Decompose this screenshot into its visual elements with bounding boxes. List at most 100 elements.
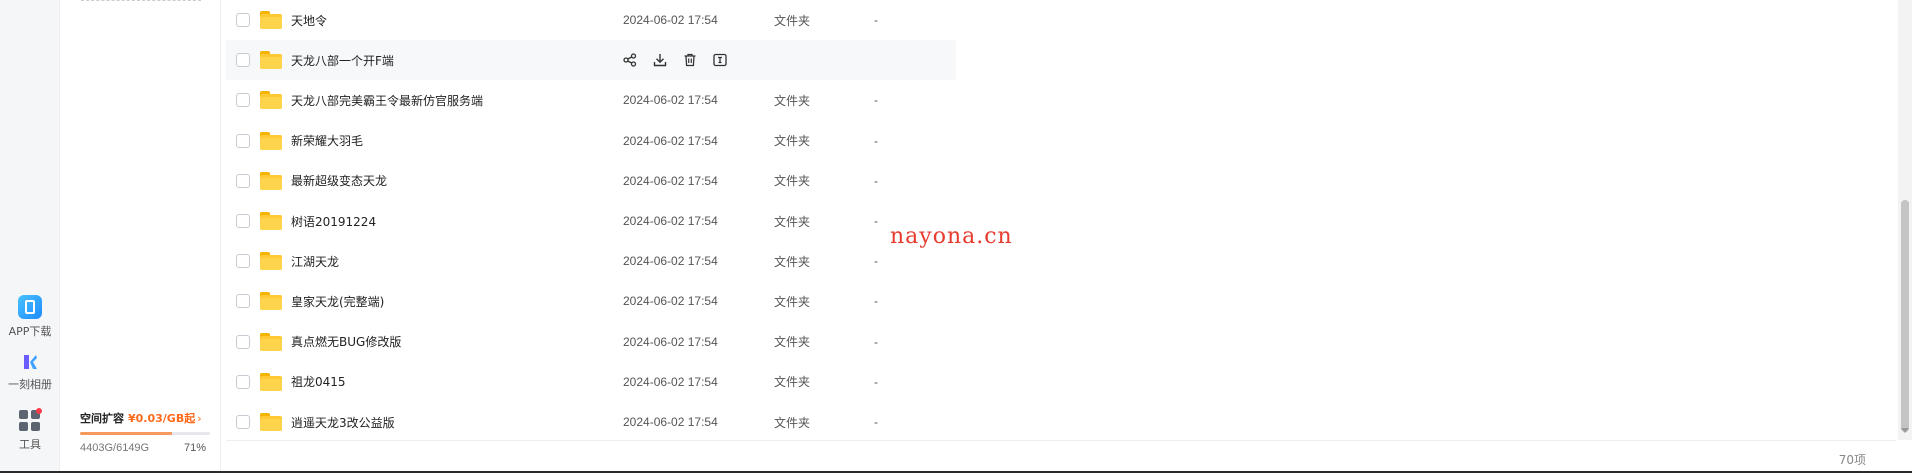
file-name[interactable]: 真点燃无BUG修改版 xyxy=(291,333,401,350)
file-type: 文件夹 xyxy=(774,375,811,390)
file-date: 2024-06-02 17:54 xyxy=(623,13,718,27)
file-size: - xyxy=(874,294,878,309)
folder-icon xyxy=(260,212,282,230)
folder-icon xyxy=(260,332,282,351)
file-name[interactable]: 逍遥天龙3改公益版 xyxy=(291,414,395,431)
sidebar-divider xyxy=(81,0,201,2)
row-checkbox[interactable] xyxy=(236,53,250,68)
expand-storage-title: 空间扩容 xyxy=(80,412,124,425)
row-checkbox[interactable] xyxy=(236,133,250,148)
album-label: 一刻相册 xyxy=(8,378,52,391)
file-size: - xyxy=(874,334,878,349)
file-size: - xyxy=(874,93,878,108)
file-row[interactable]: 新荣耀大羽毛 2024-06-02 17:54 文件夹 - xyxy=(226,121,956,161)
vertical-scrollbar[interactable] xyxy=(1898,0,1912,440)
file-date: 2024-06-02 17:54 xyxy=(623,214,718,228)
folder-icon xyxy=(260,91,282,110)
file-name[interactable]: 皇家天龙(完整端) xyxy=(291,293,384,310)
row-checkbox[interactable] xyxy=(236,254,250,269)
folder-icon xyxy=(260,131,282,150)
file-row[interactable]: 最新超级变态天龙 2024-06-02 17:54 文件夹 - xyxy=(226,161,956,201)
file-size: - xyxy=(874,13,878,27)
file-row[interactable]: 天地令 2024-06-02 17:54 文件夹 - xyxy=(226,0,956,40)
app-download-label: APP下载 xyxy=(8,325,52,338)
file-type: 文件夹 xyxy=(774,13,811,28)
watermark-text: nayona.cn xyxy=(890,224,1013,249)
row-checkbox[interactable] xyxy=(236,334,250,349)
expand-storage-link[interactable]: 空间扩容 ¥0.03/GB起 › xyxy=(80,410,210,426)
chevron-right-icon: › xyxy=(197,411,202,425)
file-row[interactable]: 祖龙0415 2024-06-02 17:54 文件夹 - xyxy=(226,362,956,402)
row-checkbox[interactable] xyxy=(236,374,250,389)
folder-icon xyxy=(260,51,282,70)
file-date: 2024-06-02 17:54 xyxy=(623,133,718,148)
file-row[interactable]: 逍遥天龙3改公益版 2024-06-02 17:54 文件夹 - xyxy=(226,402,956,442)
file-date: 2024-06-02 17:54 xyxy=(623,334,718,349)
grid-tools-icon xyxy=(19,408,42,432)
file-row[interactable]: 皇家天龙(完整端) 2024-06-02 17:54 文件夹 - xyxy=(226,281,956,321)
album-logo-icon xyxy=(20,352,40,372)
scroll-down-arrow-icon[interactable] xyxy=(1901,428,1909,433)
file-type: 文件夹 xyxy=(774,335,811,350)
row-actions xyxy=(623,53,727,67)
file-size: - xyxy=(874,173,878,188)
phone-icon xyxy=(18,295,42,319)
file-type: 文件夹 xyxy=(774,294,811,309)
scrollbar-thumb[interactable] xyxy=(1901,200,1909,432)
share-icon[interactable] xyxy=(623,53,637,67)
file-name[interactable]: 祖龙0415 xyxy=(291,373,346,390)
notification-dot xyxy=(36,408,42,414)
folder-icon xyxy=(260,252,282,271)
file-row[interactable]: 真点燃无BUG修改版 2024-06-02 17:54 文件夹 - xyxy=(226,322,956,362)
storage-progress-fill xyxy=(80,432,173,435)
file-size: - xyxy=(874,214,878,228)
file-name[interactable]: 江湖天龙 xyxy=(291,253,339,270)
row-checkbox[interactable] xyxy=(236,173,250,188)
tools-button[interactable]: 工具 xyxy=(0,408,60,452)
file-date: 2024-06-02 17:54 xyxy=(623,294,718,309)
file-type: 文件夹 xyxy=(774,174,811,189)
file-size: - xyxy=(874,254,878,269)
file-name[interactable]: 天龙八部一个开F端 xyxy=(291,52,394,69)
storage-used-text: 4403G/6149G xyxy=(80,442,150,454)
file-type: 文件夹 xyxy=(774,93,811,108)
file-name[interactable]: 新荣耀大羽毛 xyxy=(291,132,363,149)
row-checkbox[interactable] xyxy=(236,214,250,228)
file-type: 文件夹 xyxy=(774,134,811,149)
row-checkbox[interactable] xyxy=(236,415,250,429)
file-date: 2024-06-02 17:54 xyxy=(623,173,718,188)
file-row[interactable]: 江湖天龙 2024-06-02 17:54 文件夹 - xyxy=(226,241,956,281)
file-name[interactable]: 最新超级变态天龙 xyxy=(291,172,387,189)
file-type: 文件夹 xyxy=(774,214,811,229)
sidebar: 空间扩容 ¥0.03/GB起 › 4403G/6149G 71% xyxy=(61,0,221,473)
folder-icon xyxy=(260,372,282,391)
folder-icon xyxy=(260,171,282,190)
row-checkbox[interactable] xyxy=(236,294,250,309)
file-name[interactable]: 天地令 xyxy=(291,12,327,29)
storage-progress-bar xyxy=(80,432,210,435)
file-row[interactable]: 天龙八部完美霸王令最新仿官服务端 2024-06-02 17:54 文件夹 - xyxy=(226,80,956,120)
app-download-button[interactable]: APP下载 xyxy=(0,295,60,339)
file-row[interactable]: 树语20191224 2024-06-02 17:54 文件夹 - xyxy=(226,201,956,241)
folder-icon xyxy=(260,413,282,431)
file-date: 2024-06-02 17:54 xyxy=(623,254,718,269)
download-icon[interactable] xyxy=(653,53,667,67)
tools-label: 工具 xyxy=(19,438,41,451)
file-size: - xyxy=(874,133,878,148)
file-size: - xyxy=(874,374,878,389)
delete-icon[interactable] xyxy=(683,53,697,67)
left-icon-rail: APP下载 一刻相册 工具 xyxy=(0,0,60,473)
list-footer: 70项 xyxy=(226,440,1896,473)
file-type: 文件夹 xyxy=(774,415,811,430)
file-type: 文件夹 xyxy=(774,254,811,269)
album-button[interactable]: 一刻相册 xyxy=(0,352,60,392)
folder-icon xyxy=(260,292,282,311)
file-date: 2024-06-02 17:54 xyxy=(623,415,718,429)
storage-percent: 71% xyxy=(183,442,206,454)
file-row[interactable]: 天龙八部一个开F端 xyxy=(226,40,956,81)
file-name[interactable]: 树语20191224 xyxy=(291,213,376,230)
row-checkbox[interactable] xyxy=(236,13,250,27)
file-name[interactable]: 天龙八部完美霸王令最新仿官服务端 xyxy=(291,92,483,109)
row-checkbox[interactable] xyxy=(236,93,250,108)
rename-icon[interactable] xyxy=(713,53,727,67)
